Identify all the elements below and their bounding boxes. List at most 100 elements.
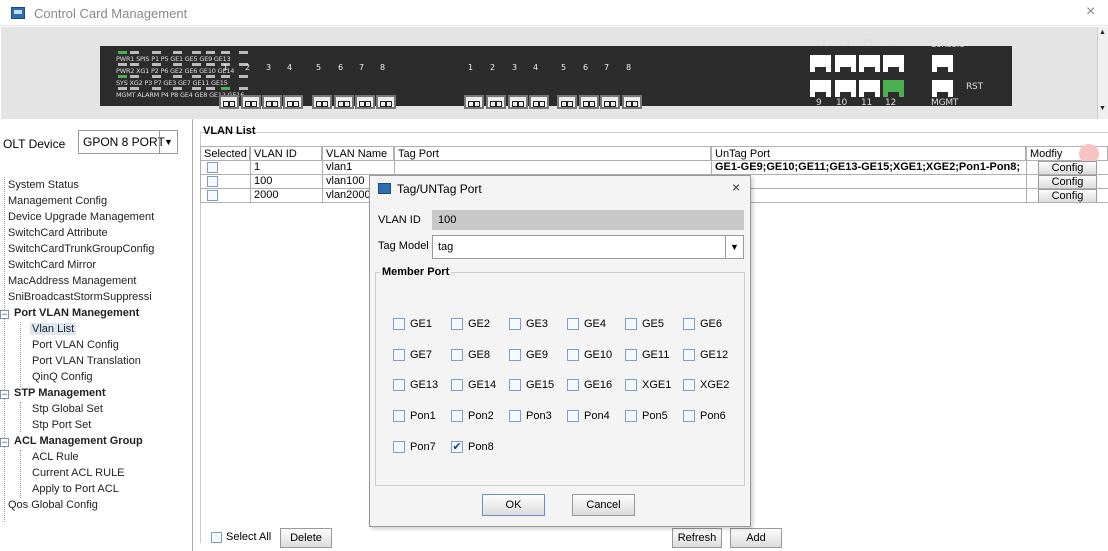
row-checkbox[interactable] [207,190,218,201]
sfp-port[interactable] [376,95,396,109]
checkbox-icon[interactable] [567,349,579,361]
refresh-button[interactable]: Refresh [672,528,722,548]
sidebar-item-port-vlan-translation[interactable]: Port VLAN Translation [32,355,141,367]
sfp-port[interactable] [557,95,577,109]
checkbox-icon[interactable] [509,410,521,422]
sidebar-item-qos-global[interactable]: Qos Global Config [8,499,98,511]
sidebar-item-current-acl-rule[interactable]: Current ACL RULE [32,467,125,479]
sfp-port[interactable] [283,95,303,109]
scroll-down-icon[interactable]: ▼ [1099,105,1106,112]
sidebar-item-macaddress[interactable]: MacAddress Management [8,275,136,287]
console-port[interactable] [932,55,953,72]
config-button[interactable]: Config [1038,189,1097,202]
sidebar-item-management-config[interactable]: Management Config [8,195,107,207]
cancel-button[interactable]: Cancel [572,494,635,516]
sidebar-group-port-vlan[interactable]: Port VLAN Manegement [14,307,139,319]
sidebar-item-stp-global[interactable]: Stp Global Set [32,403,103,415]
checkbox-icon[interactable] [451,379,463,391]
select-all-checkbox[interactable] [211,532,222,543]
checkbox-icon[interactable] [393,318,405,330]
rj45-port-active[interactable] [883,80,904,97]
led-ge1 [192,51,201,54]
checkmark-icon[interactable]: ✔ [451,441,463,453]
collapse-icon[interactable]: − [0,438,9,447]
sfp-port[interactable] [622,95,642,109]
sidebar-item-storm-suppression[interactable]: SniBroadcastStormSuppressi [8,291,152,303]
delete-button[interactable]: Delete [280,528,332,548]
sidebar-item-port-vlan-config[interactable]: Port VLAN Config [32,339,119,351]
rj45-port[interactable] [810,55,831,72]
mgmt-port[interactable] [932,80,953,97]
config-button[interactable]: Config [1038,175,1097,188]
checkbox-icon[interactable] [567,410,579,422]
row-checkbox[interactable] [207,176,218,187]
collapse-icon[interactable]: − [0,310,9,319]
sidebar-item-qinq-config[interactable]: QinQ Config [32,371,93,383]
config-button[interactable]: Config [1038,161,1097,174]
collapse-icon[interactable]: − [0,390,9,399]
rj45-port[interactable] [859,80,880,97]
checkbox-icon[interactable] [509,318,521,330]
checkbox-icon[interactable] [393,349,405,361]
checkbox-icon[interactable] [451,318,463,330]
row-checkbox[interactable] [207,162,218,173]
rj45-port[interactable] [810,80,831,97]
sidebar-group-stp[interactable]: STP Management [14,387,106,399]
sidebar-item-acl-rule[interactable]: ACL Rule [32,451,79,463]
sidebar-item-vlan-list[interactable]: Vlan List [30,323,77,335]
sfp-port[interactable] [241,95,261,109]
checkbox-icon[interactable] [625,410,637,422]
sidebar-item-switchcard-mirror[interactable]: SwitchCard Mirror [8,259,96,271]
checkbox-icon[interactable] [393,441,405,453]
sfp-port-number: 5 [561,63,567,72]
checkbox-icon[interactable] [509,379,521,391]
sidebar-item-trunk-group[interactable]: SwitchCardTrunkGroupConfig [8,243,154,255]
olt-device-select[interactable]: GPON 8 PORT ▼ [78,130,178,154]
port-label: GE6 [700,318,723,330]
sidebar-item-system-status[interactable]: System Status [8,179,79,191]
checkbox-icon[interactable] [509,349,521,361]
sidebar-item-apply-port-acl[interactable]: Apply to Port ACL [32,483,119,495]
panel-scrollbar[interactable]: ▲ ▼ [1097,27,1108,119]
dialog-close-button[interactable]: × [732,179,740,195]
sfp-port[interactable] [334,95,354,109]
window-close-button[interactable]: × [1086,3,1095,21]
sfp-port[interactable] [355,95,375,109]
sidebar-item-switchcard-attribute[interactable]: SwitchCard Attribute [8,227,108,239]
checkbox-icon[interactable] [393,379,405,391]
checkbox-icon[interactable] [625,379,637,391]
rj45-port[interactable] [835,80,856,97]
sfp-port[interactable] [600,95,620,109]
rj45-port[interactable] [859,55,880,72]
chevron-down-icon[interactable]: ▼ [159,131,177,153]
sidebar-group-acl[interactable]: ACL Management Group [14,435,143,447]
rj45-port[interactable] [835,55,856,72]
sfp-port[interactable] [464,95,484,109]
checkbox-icon[interactable] [567,379,579,391]
sidebar-item-device-upgrade[interactable]: Device Upgrade Management [8,211,154,223]
sfp-port[interactable] [312,95,332,109]
sfp-port[interactable] [262,95,282,109]
checkbox-icon[interactable] [451,410,463,422]
sfp-port[interactable] [529,95,549,109]
checkbox-icon[interactable] [393,410,405,422]
checkbox-icon[interactable] [625,318,637,330]
sfp-port[interactable] [579,95,599,109]
checkbox-icon[interactable] [451,349,463,361]
sfp-port[interactable] [508,95,528,109]
scroll-up-icon[interactable]: ▲ [1099,29,1106,36]
checkbox-icon[interactable] [625,349,637,361]
checkbox-icon[interactable] [683,318,695,330]
chevron-down-icon[interactable]: ▼ [725,236,743,258]
checkbox-icon[interactable] [683,410,695,422]
tag-model-select[interactable]: tag ▼ [432,235,744,259]
checkbox-icon[interactable] [567,318,579,330]
checkbox-icon[interactable] [683,379,695,391]
sidebar-item-stp-port[interactable]: Stp Port Set [32,419,91,431]
ok-button[interactable]: OK [482,494,545,516]
rj45-port[interactable] [883,55,904,72]
checkbox-icon[interactable] [683,349,695,361]
sfp-port[interactable] [219,95,239,109]
sfp-port[interactable] [486,95,506,109]
add-button[interactable]: Add [730,528,782,548]
